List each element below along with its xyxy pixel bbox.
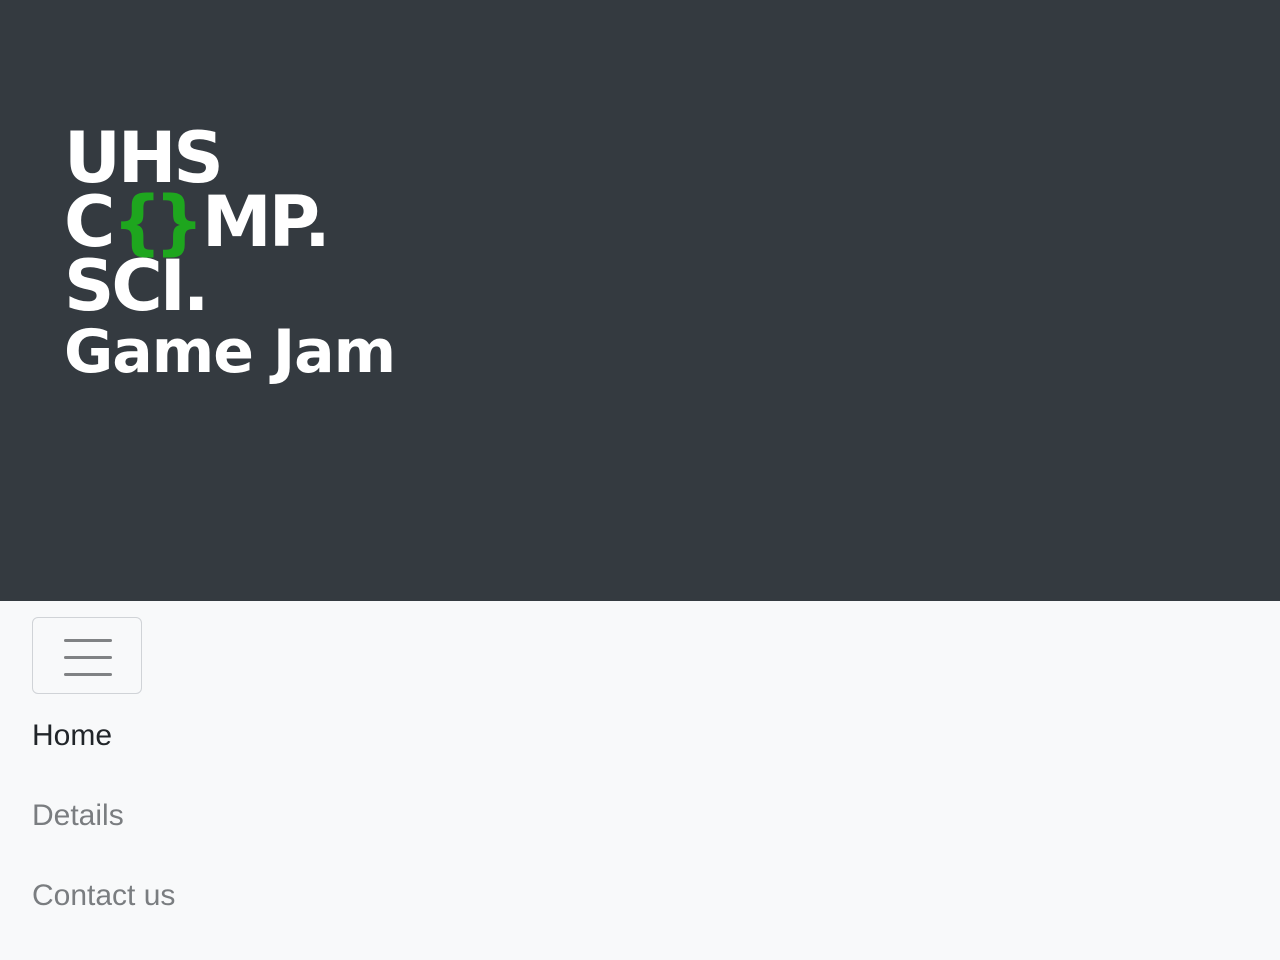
logo-line-sci: SCI. [64, 245, 209, 327]
nav-link-home[interactable]: Home [32, 716, 112, 756]
logo-line-game-jam: Game Jam [64, 317, 396, 387]
logo-letters-mp: MP. [202, 181, 331, 263]
nav-link-details[interactable]: Details [32, 796, 124, 836]
site-logo[interactable]: UHS C{}MP. SCI. Game Jam [64, 123, 396, 387]
hamburger-bar [64, 656, 112, 659]
hamburger-bar [64, 639, 112, 642]
hamburger-bar [64, 673, 112, 676]
hamburger-icon [64, 639, 112, 676]
nav-link-contact-us[interactable]: Contact us [32, 876, 175, 916]
navbar-toggler-button[interactable] [32, 617, 142, 694]
navbar: Home Details Contact us [0, 601, 1280, 960]
hero-banner: UHS C{}MP. SCI. Game Jam [0, 0, 1280, 601]
